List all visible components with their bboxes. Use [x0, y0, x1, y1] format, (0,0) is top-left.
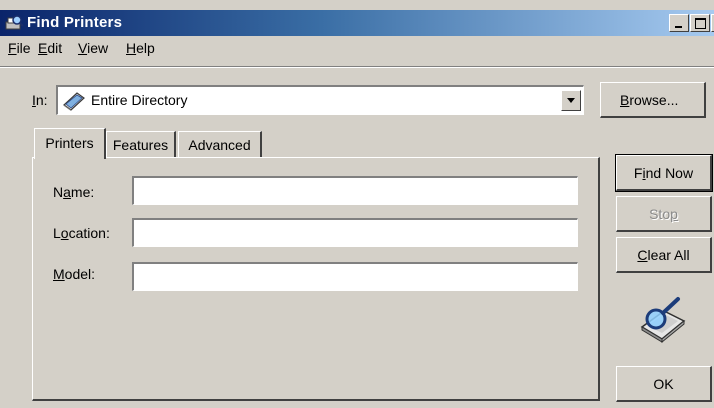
- menu-help-mnemonic: H: [126, 40, 137, 56]
- stop-label-pre: Sto: [649, 206, 671, 222]
- directory-icon: [63, 92, 85, 111]
- name-label-pre: N: [53, 184, 64, 200]
- browse-mnemonic: B: [620, 92, 630, 108]
- model-label-post: odel:: [64, 266, 96, 282]
- menu-bar: File Edit View Help: [0, 36, 714, 60]
- model-label-mnemonic: M: [53, 266, 65, 282]
- location-label-post: cation:: [68, 225, 110, 241]
- location-label-pre: L: [53, 225, 61, 241]
- name-label: Name:: [53, 184, 94, 200]
- menu-help[interactable]: Help: [126, 40, 155, 56]
- location-label: Location:: [53, 225, 110, 241]
- menu-file[interactable]: File: [8, 40, 31, 56]
- tab-features-label: Features: [112, 137, 169, 153]
- tab-advanced-label: Advanced: [188, 137, 251, 153]
- in-scope-value: Entire Directory: [91, 92, 188, 108]
- clear-all-mnemonic: C: [637, 247, 648, 263]
- menu-edit-label: dit: [47, 40, 63, 56]
- in-scope-dropdown[interactable]: Entire Directory: [56, 85, 584, 115]
- window-title: Find Printers: [27, 14, 123, 31]
- menu-help-label: elp: [136, 40, 155, 56]
- minimize-button[interactable]: [669, 14, 689, 32]
- tab-printers-label: Printers: [45, 135, 94, 151]
- ok-button[interactable]: OK: [616, 366, 712, 402]
- menu-edit[interactable]: Edit: [38, 40, 62, 56]
- find-now-label-post: nd Now: [645, 165, 694, 181]
- browse-label-post: rowse...: [629, 92, 679, 108]
- menu-file-mnemonic: F: [8, 40, 17, 56]
- location-input[interactable]: [132, 218, 578, 247]
- menu-view-label: iew: [87, 40, 109, 56]
- tab-printers[interactable]: Printers: [34, 128, 106, 159]
- browse-button[interactable]: Browse...: [600, 82, 706, 118]
- menu-view-mnemonic: V: [78, 40, 88, 56]
- find-printers-icon: [5, 15, 24, 30]
- find-now-button[interactable]: Find Now: [615, 154, 713, 192]
- model-input[interactable]: [132, 262, 578, 291]
- ok-label: OK: [653, 376, 674, 392]
- in-label: In:: [32, 92, 48, 108]
- name-input[interactable]: [132, 176, 578, 205]
- menu-file-label: ile: [16, 40, 31, 56]
- maximize-button[interactable]: [690, 14, 710, 32]
- stop-mnemonic: p: [670, 206, 678, 222]
- dropdown-arrow-button[interactable]: [561, 90, 581, 111]
- name-label-mnemonic: a: [63, 184, 71, 200]
- search-printer-icon: [640, 297, 686, 343]
- menu-separator: [0, 66, 714, 68]
- clear-all-button[interactable]: Clear All: [616, 237, 712, 273]
- title-bar[interactable]: Find Printers: [0, 10, 714, 36]
- in-label-text: n:: [35, 92, 48, 108]
- stop-button[interactable]: Stop: [616, 196, 712, 232]
- model-label: Model:: [53, 266, 95, 282]
- tab-advanced[interactable]: Advanced: [178, 131, 262, 157]
- name-label-post: me:: [70, 184, 95, 200]
- clear-all-label-post: lear All: [647, 247, 690, 263]
- location-label-mnemonic: o: [60, 225, 69, 241]
- menu-view[interactable]: View: [78, 40, 108, 56]
- menu-edit-mnemonic: E: [38, 40, 48, 56]
- find-printers-window: Find Printers File Edit View Help In: En…: [0, 0, 714, 408]
- tab-features[interactable]: Features: [106, 131, 176, 157]
